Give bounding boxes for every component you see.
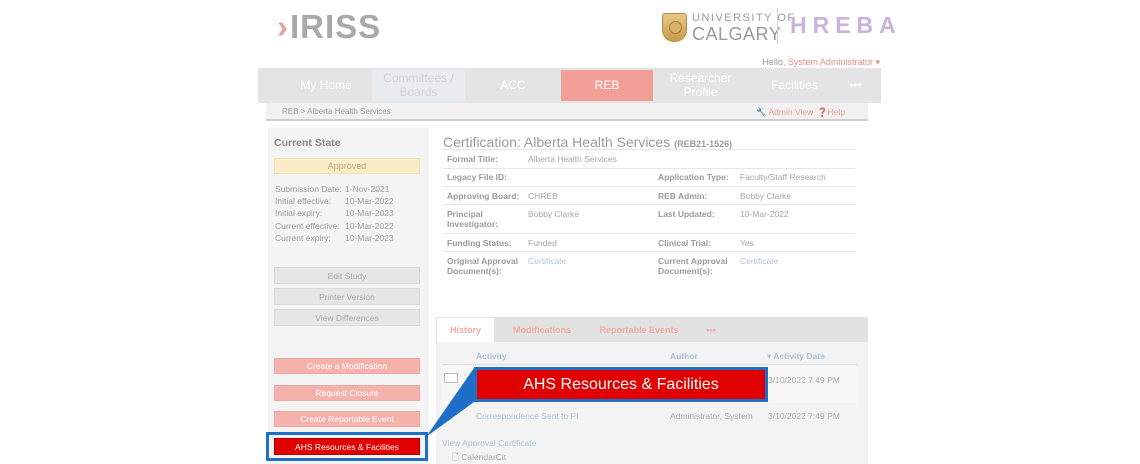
- status-badge: Approved: [274, 158, 420, 174]
- pi-label: Principal Investigator:: [447, 209, 499, 229]
- highlight-box: [266, 432, 428, 461]
- field-row: [443, 149, 855, 169]
- original-certificate-link[interactable]: Certificate: [528, 256, 566, 266]
- reb-admin-value: Bobby Clarke: [740, 191, 792, 201]
- row-date: 3/10/2022 7:49 PM: [768, 411, 840, 421]
- file-link[interactable]: 🗋 CalendarCit: [452, 452, 506, 464]
- breadcrumb[interactable]: REB > Alberta Health Services: [282, 107, 391, 116]
- nav-researcher-profile[interactable]: Researcher Profile: [655, 70, 746, 101]
- field-row: [443, 204, 855, 234]
- document-icon: [444, 373, 458, 383]
- nav-acc[interactable]: ACC: [467, 70, 559, 101]
- nav-committees-boards[interactable]: Committees / Boards: [372, 70, 465, 101]
- row-activity-link[interactable]: Correspondence Sent to PI: [476, 411, 579, 421]
- original-approval-label: Original Approval Document(s):: [447, 256, 519, 276]
- last-updated-label: Last Updated:: [658, 209, 715, 219]
- approving-board-label: Approving Board:: [447, 191, 520, 201]
- last-updated-value: 10-Mar-2022: [740, 209, 789, 219]
- logo-divider: [777, 8, 778, 44]
- current-certificate-link[interactable]: Certificate: [740, 256, 778, 266]
- caret-down-icon[interactable]: ▾: [875, 57, 880, 67]
- tab-history[interactable]: History: [437, 318, 494, 342]
- row-date: 3/10/2022 7:49 PM: [768, 375, 840, 385]
- printer-version-button[interactable]: Printer Version: [274, 288, 420, 305]
- clinical-trial-label: Clinical Trial:: [658, 238, 711, 248]
- wrench-icon: 🔧: [756, 107, 767, 117]
- iriss-logo[interactable]: ›IRISS: [277, 8, 381, 46]
- nav-more[interactable]: •••: [843, 70, 868, 101]
- create-reportable-event-button[interactable]: Create Reportable Event: [274, 411, 420, 427]
- current-approval-label: Current Approval Document(s):: [658, 256, 728, 276]
- formal-title-value: Alberta Health Services: [528, 154, 617, 164]
- nav-facilities[interactable]: Facilities: [748, 70, 841, 101]
- state-dates: Submission Date: 1-Nov-2021 Initial effec…: [275, 184, 394, 243]
- clinical-trial-value: Yes: [740, 238, 754, 248]
- application-type-label: Application Type:: [658, 172, 729, 182]
- file-icon: 🗋: [452, 452, 459, 462]
- funding-status-label: Funding Status:: [447, 238, 512, 248]
- edit-study-button[interactable]: Edit Study: [274, 267, 420, 284]
- pi-value: Bobby Clarke: [528, 209, 580, 219]
- university-crest-icon: [662, 13, 687, 42]
- tab-reportable-events[interactable]: Reportable Events: [590, 318, 688, 342]
- user-greeting[interactable]: Hello, System Administrator ▾: [760, 57, 880, 68]
- legacy-file-label: Legacy File ID:: [447, 172, 507, 182]
- funding-status-value: Funded: [528, 238, 557, 248]
- ahs-callout-label: AHS Resources & Facilities: [474, 367, 768, 402]
- column-activity-date[interactable]: ▾ Activity Date: [767, 351, 825, 362]
- user-menu[interactable]: System Administrator: [788, 57, 873, 67]
- row-author: Administrator, System: [670, 411, 753, 421]
- admin-view-link[interactable]: 🔧 Admin View: [756, 107, 813, 118]
- create-modification-button[interactable]: Create a Modification: [274, 358, 420, 374]
- hreba-logo: HREBA: [790, 12, 902, 38]
- help-icon: ❓: [817, 107, 828, 117]
- column-activity[interactable]: Activity: [476, 351, 507, 361]
- application-type-value: Faculty/Staff Research: [740, 172, 826, 182]
- university-logo: UNIVERSITY OF CALGARY: [692, 12, 796, 44]
- tab-more[interactable]: •••: [690, 318, 732, 342]
- formal-title-label: Formal Title:: [447, 154, 498, 164]
- help-link[interactable]: ❓Help: [817, 107, 845, 118]
- nav-reb[interactable]: REB: [561, 70, 653, 101]
- current-state-title: Current State: [274, 137, 341, 149]
- column-author[interactable]: Author: [670, 351, 698, 361]
- request-closure-button[interactable]: Request Closure: [274, 385, 420, 401]
- view-approval-certificate-link[interactable]: View Approval Certificate: [442, 438, 536, 448]
- view-differences-button[interactable]: View Differences: [274, 309, 420, 326]
- tab-modifications[interactable]: Modifications: [496, 318, 588, 342]
- approving-board-value: CHREB: [528, 191, 558, 201]
- page-title: Certification: Alberta Health Services (…: [443, 134, 733, 150]
- reb-admin-label: REB Admin:: [658, 191, 708, 201]
- nav-my-home[interactable]: My Home: [286, 70, 366, 101]
